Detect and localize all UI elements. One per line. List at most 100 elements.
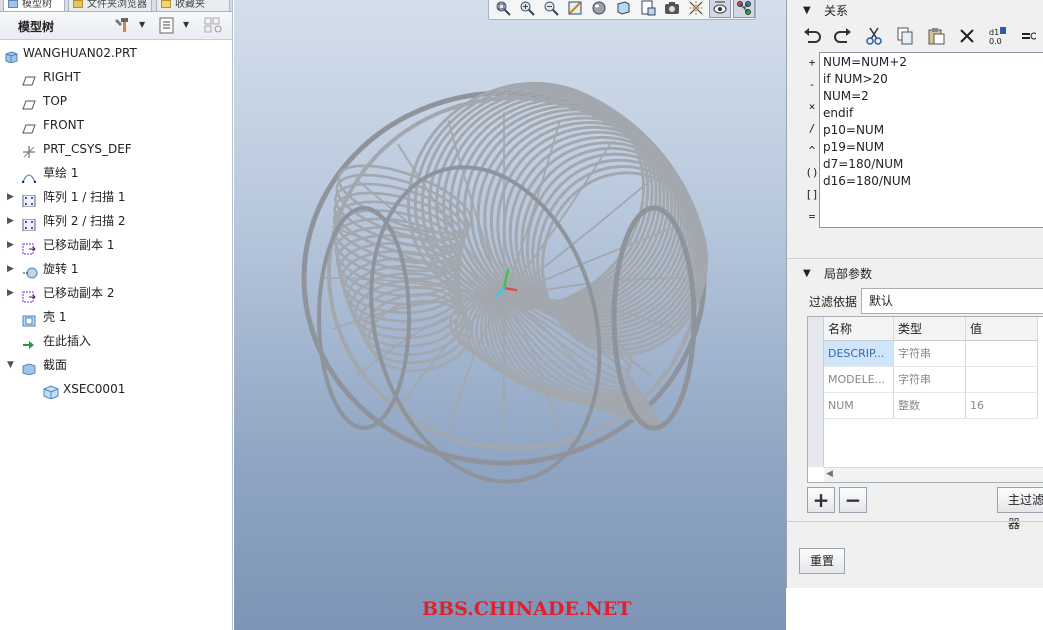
operator-button[interactable]: () [805, 162, 819, 184]
relations-section-header[interactable]: ▼ 关系 [787, 1, 848, 21]
tree-item-moved-copy-2[interactable]: ▶ 已移动副本 2 [0, 281, 232, 305]
tree-item-moved-copy-1[interactable]: ▶ 已移动副本 1 [0, 233, 232, 257]
horizontal-scrollbar[interactable]: ◀ [824, 467, 1043, 482]
tree-item-sketch[interactable]: 草绘 1 [0, 161, 232, 185]
columns-dropdown-icon[interactable]: ▼ [183, 20, 189, 29]
zoom-in-icon[interactable] [516, 0, 538, 18]
evaluate-icon[interactable]: d1 0.0 [987, 25, 1009, 47]
graphics-viewport[interactable]: BBS.CHINADE.NET [234, 0, 786, 630]
tab-model-tree[interactable]: 模型树 [3, 0, 65, 12]
insert-equals-icon[interactable] [1018, 25, 1040, 47]
view-manager-icon[interactable] [636, 0, 658, 18]
delete-icon[interactable] [956, 25, 978, 47]
watermark-text: BBS.CHINADE.NET [422, 598, 632, 620]
tab-favorites[interactable]: 收藏夹 [156, 0, 230, 12]
expand-arrow-icon[interactable]: ▶ [7, 209, 14, 233]
spin-center-icon[interactable] [732, 0, 756, 18]
operator-button[interactable]: / [805, 118, 819, 140]
collapse-arrow-icon[interactable]: ▼ [7, 353, 14, 377]
add-parameter-button[interactable]: + [807, 487, 835, 513]
param-type-cell[interactable]: 整数 [894, 393, 966, 418]
filter-dropdown[interactable]: 默认 [861, 288, 1043, 314]
param-type-cell[interactable]: 字符串 [894, 367, 966, 392]
undo-icon[interactable] [801, 25, 823, 47]
param-value-cell[interactable] [966, 367, 1038, 392]
relation-line[interactable]: if NUM>20 [823, 71, 1043, 88]
datum-plane-icon [22, 71, 36, 86]
wire-sphere-model[interactable] [284, 60, 724, 500]
param-name-cell[interactable]: DESCRIP... [824, 341, 894, 366]
param-name-cell[interactable]: NUM [824, 393, 894, 418]
expand-arrow-icon[interactable]: ▶ [7, 257, 14, 281]
relation-line[interactable]: p19=NUM [823, 139, 1043, 156]
tree-item-shell-1[interactable]: 壳 1 [0, 305, 232, 329]
relation-line[interactable]: NUM=NUM+2 [823, 54, 1043, 71]
repaint-icon[interactable] [564, 0, 586, 18]
operator-button[interactable]: + [805, 52, 819, 74]
operator-button[interactable]: × [805, 96, 819, 118]
refit-icon[interactable] [492, 0, 514, 18]
xsec-icon [43, 383, 59, 400]
settings-dropdown-icon[interactable]: ▼ [139, 20, 145, 29]
tree-item-right[interactable]: RIGHT [0, 65, 232, 89]
relation-line[interactable]: p10=NUM [823, 122, 1043, 139]
expand-arrow-icon[interactable]: ▶ [7, 185, 14, 209]
expand-arrow-icon[interactable]: ▶ [7, 233, 14, 257]
pattern-icon [22, 191, 36, 208]
tree-item-csys[interactable]: PRT_CSYS_DEF [0, 137, 232, 161]
table-row[interactable]: DESCRIP... 字符串 [824, 341, 1038, 367]
section-divider [787, 521, 1043, 522]
paste-icon[interactable] [925, 25, 947, 47]
main-filter-button[interactable]: 主过滤器 [997, 487, 1043, 531]
tree-item-insert-here[interactable]: 在此插入 [0, 329, 232, 353]
collapse-arrow-icon[interactable]: ▼ [803, 264, 811, 284]
param-value-cell[interactable] [966, 341, 1038, 366]
tree-item-xsec0001[interactable]: XSEC0001 [0, 377, 232, 401]
param-value-cell[interactable]: 16 [966, 393, 1038, 418]
tab-folder-browser[interactable]: 文件夹浏览器 [68, 0, 152, 12]
perspective-icon[interactable] [661, 0, 683, 18]
redo-icon[interactable] [832, 25, 854, 47]
tree-item-front[interactable]: FRONT [0, 113, 232, 137]
operator-button[interactable]: = [805, 206, 819, 228]
column-header-name[interactable]: 名称 [824, 317, 894, 340]
collapse-arrow-icon[interactable]: ▼ [803, 1, 811, 21]
copy-icon[interactable] [894, 25, 916, 47]
filter-tree-icon[interactable] [204, 17, 222, 34]
relation-line[interactable]: d7=180/NUM [823, 156, 1043, 173]
local-params-section-header[interactable]: ▼ 局部参数 [787, 264, 872, 284]
column-header-type[interactable]: 类型 [894, 317, 966, 340]
relations-editor[interactable]: NUM=NUM+2 if NUM>20 NUM=2 endif p10=NUM p19=N… [819, 52, 1043, 228]
table-row[interactable]: MODELE... 字符串 [824, 367, 1038, 393]
display-style-icon[interactable] [588, 0, 610, 18]
relation-line[interactable]: d16=180/NUM [823, 173, 1043, 190]
scroll-left-arrow-icon[interactable]: ◀ [826, 469, 833, 479]
cut-icon[interactable] [863, 25, 885, 47]
zoom-out-icon[interactable] [540, 0, 562, 18]
relation-line[interactable]: endif [823, 105, 1043, 122]
relation-line[interactable]: NUM=2 [823, 88, 1043, 105]
tree-item-root-part[interactable]: WANGHUAN02.PRT [0, 41, 232, 65]
table-header: 名称 类型 值 [824, 317, 1038, 341]
operator-button[interactable]: ^ [805, 140, 819, 162]
table-row[interactable]: NUM 整数 16 [824, 393, 1038, 419]
tree-item-revolve-1[interactable]: ▶ 旋转 1 [0, 257, 232, 281]
settings-tools-icon[interactable] [114, 17, 132, 34]
annotation-display-icon[interactable] [708, 0, 731, 18]
expand-arrow-icon[interactable]: ▶ [7, 281, 14, 305]
remove-parameter-button[interactable]: − [839, 487, 867, 513]
saved-orientations-icon[interactable] [612, 0, 634, 18]
column-header-value[interactable]: 值 [966, 317, 1038, 340]
param-name-cell[interactable]: MODELE... [824, 367, 894, 392]
reset-button[interactable]: 重置 [799, 548, 846, 574]
datum-display-icon[interactable] [685, 0, 707, 18]
tree-item-top[interactable]: TOP [0, 89, 232, 113]
svg-text:d1: d1 [989, 28, 999, 37]
tree-item-pattern-2[interactable]: ▶ 阵列 2 / 扫描 2 [0, 209, 232, 233]
tree-item-pattern-1[interactable]: ▶ 阵列 1 / 扫描 1 [0, 185, 232, 209]
tree-item-sections[interactable]: ▼ 截面 [0, 353, 232, 377]
param-type-cell[interactable]: 字符串 [894, 341, 966, 366]
operator-button[interactable]: - [805, 74, 819, 96]
operator-button[interactable]: [] [805, 184, 819, 206]
show-columns-icon[interactable] [158, 17, 176, 34]
